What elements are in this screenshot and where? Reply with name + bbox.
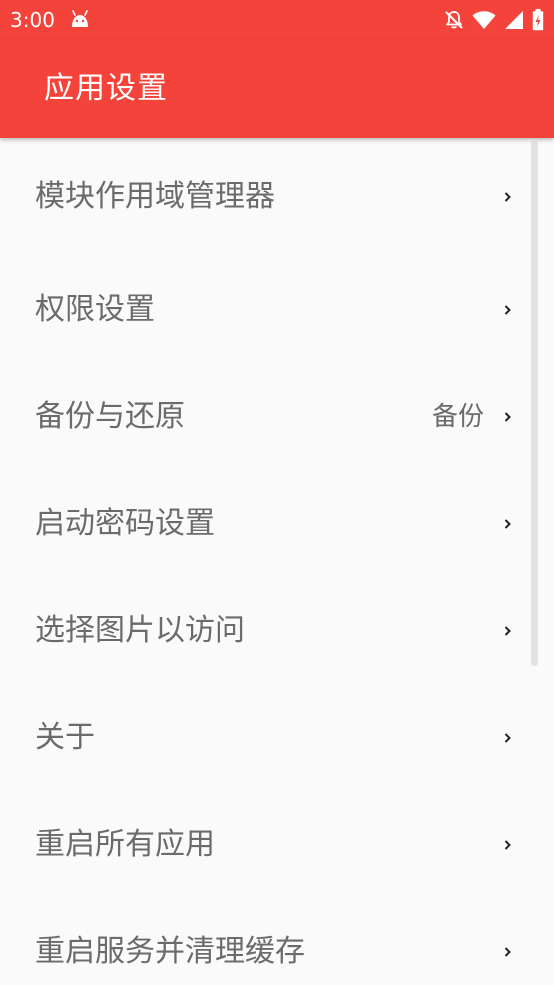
settings-item-label: 权限设置 — [35, 291, 155, 327]
settings-item-label: 关于 — [35, 719, 95, 755]
chevron-right-icon — [502, 837, 514, 853]
status-bar: 3:00 — [0, 0, 554, 40]
settings-item-label: 模块作用域管理器 — [35, 179, 275, 214]
settings-item-label: 重启所有应用 — [35, 826, 215, 862]
settings-item-label: 重启服务并清理缓存 — [35, 933, 305, 969]
status-time: 3:00 — [10, 8, 55, 32]
status-icons — [444, 8, 544, 32]
settings-item-restart-all-apps[interactable]: 重启所有应用 — [0, 791, 554, 898]
settings-item-value: 备份 — [431, 401, 484, 432]
page-title: 应用设置 — [44, 71, 168, 106]
settings-item-select-image[interactable]: 选择图片以访问 — [0, 577, 554, 684]
settings-item-module-scope-manager[interactable]: 模块作用域管理器 — [0, 138, 554, 256]
settings-item-launch-password[interactable]: 启动密码设置 — [0, 470, 554, 577]
settings-item-backup-restore[interactable]: 备份与还原 备份 — [0, 363, 554, 470]
chevron-right-icon — [502, 516, 514, 532]
signal-icon — [504, 10, 524, 30]
app-bar: 应用设置 — [0, 40, 554, 138]
settings-item-restart-service-clear-cache[interactable]: 重启服务并清理缓存 — [0, 898, 554, 985]
bell-off-icon — [444, 10, 464, 30]
chevron-right-icon — [502, 944, 514, 960]
chevron-right-icon — [502, 302, 514, 318]
chevron-right-icon — [502, 623, 514, 639]
settings-item-label: 备份与还原 — [35, 398, 185, 434]
chevron-right-icon — [502, 730, 514, 746]
settings-item-label: 选择图片以访问 — [35, 612, 245, 648]
scrollbar[interactable] — [531, 141, 538, 666]
settings-item-about[interactable]: 关于 — [0, 684, 554, 791]
battery-charging-icon — [532, 9, 544, 31]
wifi-icon — [472, 10, 496, 30]
chevron-right-icon — [502, 189, 514, 205]
android-icon — [70, 10, 90, 28]
settings-list[interactable]: 模块作用域管理器 权限设置 备份与还原 备份 启动密码设置 选择图片以访问 关于 — [0, 138, 554, 985]
settings-item-label: 启动密码设置 — [35, 505, 215, 541]
settings-item-permissions[interactable]: 权限设置 — [0, 256, 554, 363]
chevron-right-icon — [502, 409, 514, 425]
